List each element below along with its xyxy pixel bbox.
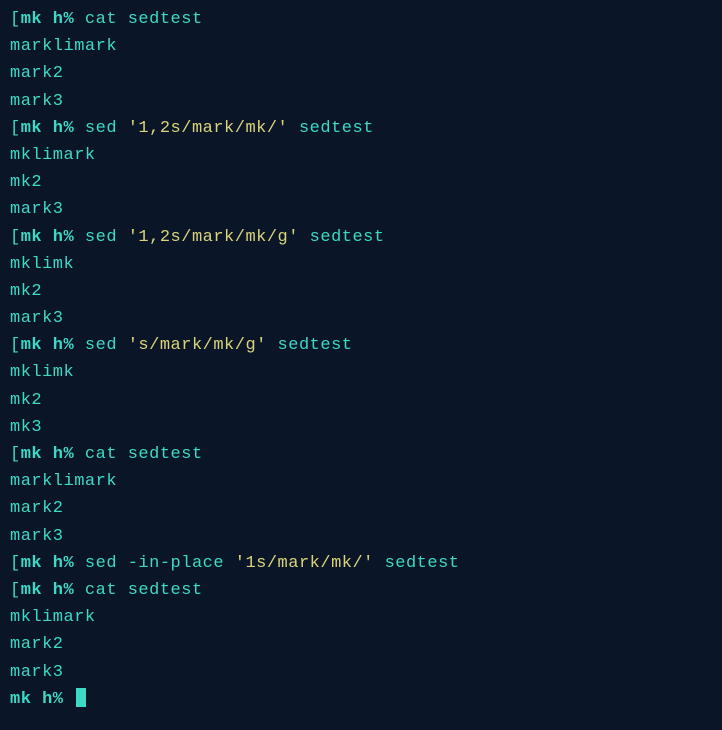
terminal-line: mk2: [10, 278, 712, 305]
terminal-line: mk2: [10, 169, 712, 196]
output-text: mklimk: [10, 255, 74, 274]
command-text: sedtest: [267, 336, 353, 355]
terminal-line: [mk h% cat sedtest: [10, 6, 712, 33]
terminal-line: mark3: [10, 88, 712, 115]
shell-prompt: mk h%: [21, 10, 85, 29]
terminal-line: [mk h% sed '1,2s/mark/mk/g' sedtest: [10, 224, 712, 251]
terminal-line: mark3: [10, 196, 712, 223]
bracket: [: [10, 554, 21, 573]
shell-prompt: mk h%: [21, 336, 85, 355]
bracket: [: [10, 445, 21, 464]
bracket: [: [10, 336, 21, 355]
command-text: cat sedtest: [85, 10, 203, 29]
terminal-line: marklimark: [10, 33, 712, 60]
terminal-line: [mk h% sed '1,2s/mark/mk/' sedtest: [10, 115, 712, 142]
terminal-line: mark3: [10, 523, 712, 550]
command-text: sedtest: [374, 554, 460, 573]
command-text: cat sedtest: [85, 581, 203, 600]
terminal-line: mklimark: [10, 142, 712, 169]
output-text: mk2: [10, 391, 42, 410]
terminal-line: [mk h% cat sedtest: [10, 577, 712, 604]
terminal-line: [mk h% cat sedtest: [10, 441, 712, 468]
shell-prompt: mk h%: [21, 228, 85, 247]
bracket: [: [10, 10, 21, 29]
output-text: mk2: [10, 282, 42, 301]
terminal-line: mark2: [10, 495, 712, 522]
command-string-arg: '1s/mark/mk/': [235, 554, 374, 573]
shell-prompt: mk h%: [21, 581, 85, 600]
terminal-line: mklimk: [10, 359, 712, 386]
terminal-line: mklimark: [10, 604, 712, 631]
terminal-line: mk2: [10, 387, 712, 414]
command-text: sed: [85, 119, 128, 138]
command-string-arg: '1,2s/mark/mk/': [128, 119, 289, 138]
bracket: [: [10, 119, 21, 138]
command-text: sedtest: [299, 228, 385, 247]
bracket: [: [10, 581, 21, 600]
output-text: mark3: [10, 663, 64, 682]
shell-prompt: mk h%: [10, 690, 74, 709]
output-text: mark3: [10, 309, 64, 328]
command-string-arg: 's/mark/mk/g': [128, 336, 267, 355]
output-text: mark2: [10, 635, 64, 654]
terminal-line: mark3: [10, 659, 712, 686]
output-text: mklimark: [10, 608, 96, 627]
terminal-line: mark3: [10, 305, 712, 332]
shell-prompt: mk h%: [21, 119, 85, 138]
output-text: mark3: [10, 527, 64, 546]
output-text: mark2: [10, 64, 64, 83]
output-text: mklimark: [10, 146, 96, 165]
shell-prompt: mk h%: [21, 445, 85, 464]
terminal-line: mark2: [10, 60, 712, 87]
bracket: [: [10, 228, 21, 247]
terminal-line: mark2: [10, 631, 712, 658]
command-string-arg: '1,2s/mark/mk/g': [128, 228, 299, 247]
command-text: sed: [85, 228, 128, 247]
output-text: mk3: [10, 418, 42, 437]
terminal-line: [mk h% sed -in-place '1s/mark/mk/' sedte…: [10, 550, 712, 577]
command-text: cat sedtest: [85, 445, 203, 464]
terminal-line: mklimk: [10, 251, 712, 278]
output-text: mark3: [10, 200, 64, 219]
command-text: sed -in-place: [85, 554, 235, 573]
cursor-icon[interactable]: [76, 688, 86, 707]
terminal-line: marklimark: [10, 468, 712, 495]
output-text: marklimark: [10, 472, 117, 491]
output-text: mark2: [10, 499, 64, 518]
shell-prompt: mk h%: [21, 554, 85, 573]
terminal-output[interactable]: [mk h% cat sedtestmarklimarkmark2mark3[m…: [10, 6, 712, 713]
command-text: sedtest: [288, 119, 374, 138]
output-text: mk2: [10, 173, 42, 192]
terminal-line: [mk h% sed 's/mark/mk/g' sedtest: [10, 332, 712, 359]
terminal-line: mk h%: [10, 686, 712, 713]
output-text: mark3: [10, 92, 64, 111]
output-text: marklimark: [10, 37, 117, 56]
output-text: mklimk: [10, 363, 74, 382]
command-text: sed: [85, 336, 128, 355]
terminal-line: mk3: [10, 414, 712, 441]
